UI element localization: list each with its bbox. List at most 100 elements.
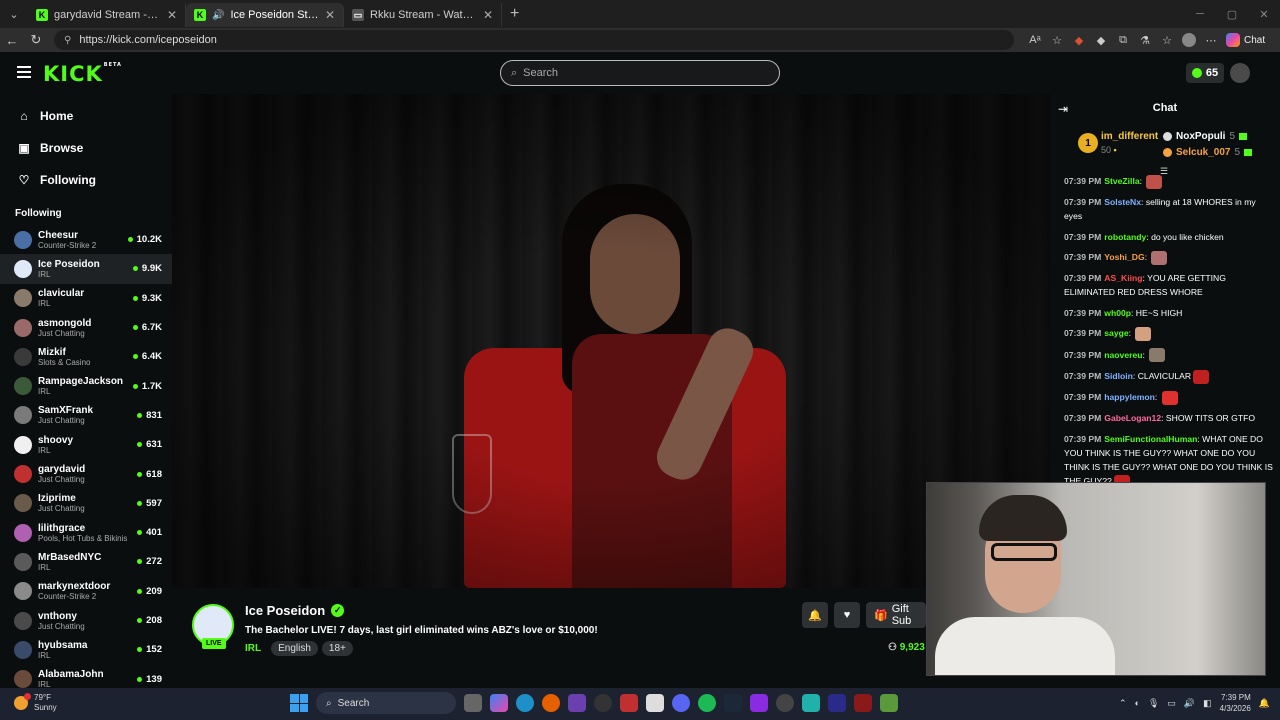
following-item[interactable]: Iziprime Just Chatting 597 (0, 489, 172, 518)
read-aloud-icon[interactable]: Aᵃ (1028, 33, 1042, 47)
following-item[interactable]: AlabamaJohn IRL 139 (0, 664, 172, 688)
app-icon[interactable] (880, 694, 898, 712)
app-icon[interactable] (750, 694, 768, 712)
following-item[interactable]: lilithgrace Pools, Hot Tubs & Bikinis 401 (0, 518, 172, 547)
collections-icon[interactable]: ☆ (1160, 33, 1174, 47)
chat-username[interactable]: SolsteNx (1104, 197, 1141, 207)
streamer-name[interactable]: Ice Poseidon (245, 603, 325, 618)
itunes-app-icon[interactable] (646, 694, 664, 712)
notification-bell-icon[interactable]: 🔔 (1259, 698, 1270, 709)
tab-list-chevron-icon[interactable]: ⌄ (0, 0, 28, 28)
chat-username[interactable]: naovereu (1104, 350, 1142, 360)
following-item[interactable]: Mizkif Slots & Casino 6.4K (0, 342, 172, 371)
browser-tab-iceposeidon[interactable]: K 🔊 Ice Poseidon Stream - Watch Live on … (186, 3, 344, 27)
discord-app-icon[interactable] (672, 694, 690, 712)
edge-app-icon[interactable] (516, 694, 534, 712)
app-icon[interactable] (568, 694, 586, 712)
app-icon[interactable] (776, 694, 794, 712)
app-icon[interactable] (620, 694, 638, 712)
notification-bell-button[interactable]: 🔔 (802, 602, 828, 628)
volume-icon[interactable]: 🔊 (1184, 698, 1195, 709)
user-avatar[interactable] (1230, 63, 1250, 83)
tag-pill[interactable]: English (271, 641, 318, 656)
video-player[interactable] (172, 94, 1050, 588)
gifter-row[interactable]: NoxPopuli 5 (1163, 131, 1248, 142)
top-gifter-name[interactable]: im_different (1101, 131, 1158, 142)
following-item[interactable]: Ice Poseidon IRL 9.9K (0, 254, 172, 284)
kicks-balance-button[interactable]: 65 (1186, 63, 1224, 83)
microphone-icon[interactable]: 🎙 (1148, 698, 1159, 709)
search-input[interactable]: ⌕ Search (500, 60, 780, 86)
more-menu-icon[interactable]: ⋯ (1204, 33, 1218, 47)
fx-app-icon[interactable] (828, 694, 846, 712)
site-info-icon[interactable]: ⚲ (64, 35, 71, 46)
obs-app-icon[interactable] (594, 694, 612, 712)
browser-tab-rkku[interactable]: ▭ Rkku Stream - Watch Live on Kick ✕ (344, 3, 502, 27)
weather-widget[interactable]: 79°F Sunny (14, 693, 57, 713)
following-item[interactable]: RampageJackson IRL 1.7K (0, 371, 172, 400)
copilot-app-icon[interactable] (490, 694, 508, 712)
follow-heart-button[interactable]: ♥ (834, 602, 860, 628)
gifter-row[interactable]: Selcuk_007 5 (1163, 147, 1253, 158)
following-item[interactable]: shoovy IRL 631 (0, 430, 172, 459)
extension-icon[interactable]: ⚗ (1138, 33, 1152, 47)
task-view-icon[interactable] (464, 694, 482, 712)
reload-icon[interactable]: ↻ (24, 32, 48, 48)
following-item[interactable]: markynextdoor Counter-Strike 2 209 (0, 577, 172, 606)
tray-app-icon[interactable]: ◧ (1203, 698, 1212, 709)
windows-start-icon[interactable] (290, 694, 308, 712)
gift-sub-button[interactable]: 🎁 Gift Sub (866, 602, 926, 628)
chat-username[interactable]: Sidloin (1104, 371, 1133, 381)
following-item[interactable]: Cheesur Counter-Strike 2 10.2K (0, 225, 172, 254)
nav-home[interactable]: ⌂ Home (18, 100, 172, 132)
chat-username[interactable]: happylemon (1104, 392, 1155, 402)
speaker-icon[interactable]: 🔊 (212, 10, 224, 21)
address-bar[interactable]: ⚲ https://kick.com/iceposeidon (54, 30, 1014, 50)
following-item[interactable]: SamXFrank Just Chatting 831 (0, 401, 172, 430)
taskbar-search[interactable]: ⌕ Search (316, 692, 456, 714)
chat-username[interactable]: SemiFunctionalHuman (1104, 434, 1197, 444)
chat-username[interactable]: sayge (1104, 328, 1128, 338)
chat-username[interactable]: AS_Kiing (1104, 273, 1142, 283)
chat-username[interactable]: robotandy (1104, 232, 1146, 242)
spotify-app-icon[interactable] (698, 694, 716, 712)
firefox-app-icon[interactable] (542, 694, 560, 712)
nav-browse[interactable]: ▣ Browse (18, 132, 172, 164)
following-item[interactable]: asmongold Just Chatting 6.7K (0, 313, 172, 342)
extension-icon[interactable]: ◆ (1094, 33, 1108, 47)
close-window-icon[interactable]: ✕ (1248, 0, 1280, 28)
app-icon[interactable] (802, 694, 820, 712)
steam-app-icon[interactable] (724, 694, 742, 712)
following-item[interactable]: hyubsama IRL 152 (0, 635, 172, 664)
back-arrow-icon[interactable]: ← (0, 33, 24, 48)
minimize-icon[interactable]: ─ (1184, 0, 1216, 28)
chat-username[interactable]: Yoshi_DG (1104, 252, 1144, 262)
browser-tab-garydavid[interactable]: K garydavid Stream - Watch Live on Kick … (28, 3, 186, 27)
kick-logo[interactable]: KICKBETA (43, 62, 122, 86)
chat-username[interactable]: GabeLogan12 (1104, 413, 1161, 423)
hamburger-menu-icon[interactable] (17, 66, 31, 78)
tray-overflow-chevron-icon[interactable]: ⌃ (1119, 698, 1127, 709)
close-tab-icon[interactable]: ✕ (483, 8, 493, 22)
copilot-chat-button[interactable]: Chat (1226, 33, 1265, 47)
following-item[interactable]: vnthony Just Chatting 208 (0, 606, 172, 635)
extension-puzzle-icon[interactable]: ⧉ (1116, 33, 1130, 47)
chat-username[interactable]: StveZilla (1104, 176, 1139, 186)
favorite-star-icon[interactable]: ☆ (1050, 33, 1064, 47)
network-icon[interactable]: ▭ (1167, 698, 1176, 709)
tag-pill[interactable]: 18+ (321, 641, 353, 656)
new-tab-plus-icon[interactable]: + (510, 5, 519, 23)
app-icon[interactable] (854, 694, 872, 712)
following-item[interactable]: MrBasedNYC IRL 272 (0, 547, 172, 576)
following-item[interactable]: garydavid Just Chatting 618 (0, 459, 172, 488)
chat-username[interactable]: wh00p (1104, 308, 1131, 318)
clock[interactable]: 7:39 PM 4/3/2026 (1220, 692, 1251, 714)
stream-category-link[interactable]: IRL (245, 643, 261, 654)
maximize-icon[interactable]: ▢ (1216, 0, 1248, 28)
close-tab-icon[interactable]: ✕ (325, 8, 335, 22)
following-item[interactable]: clavicular IRL 9.3K (0, 284, 172, 313)
close-tab-icon[interactable]: ✕ (167, 8, 177, 22)
tray-app-icon[interactable]: ◐ (1135, 698, 1140, 708)
extension-icon[interactable]: ◆ (1072, 33, 1086, 47)
nav-following[interactable]: ♡ Following (18, 164, 172, 196)
